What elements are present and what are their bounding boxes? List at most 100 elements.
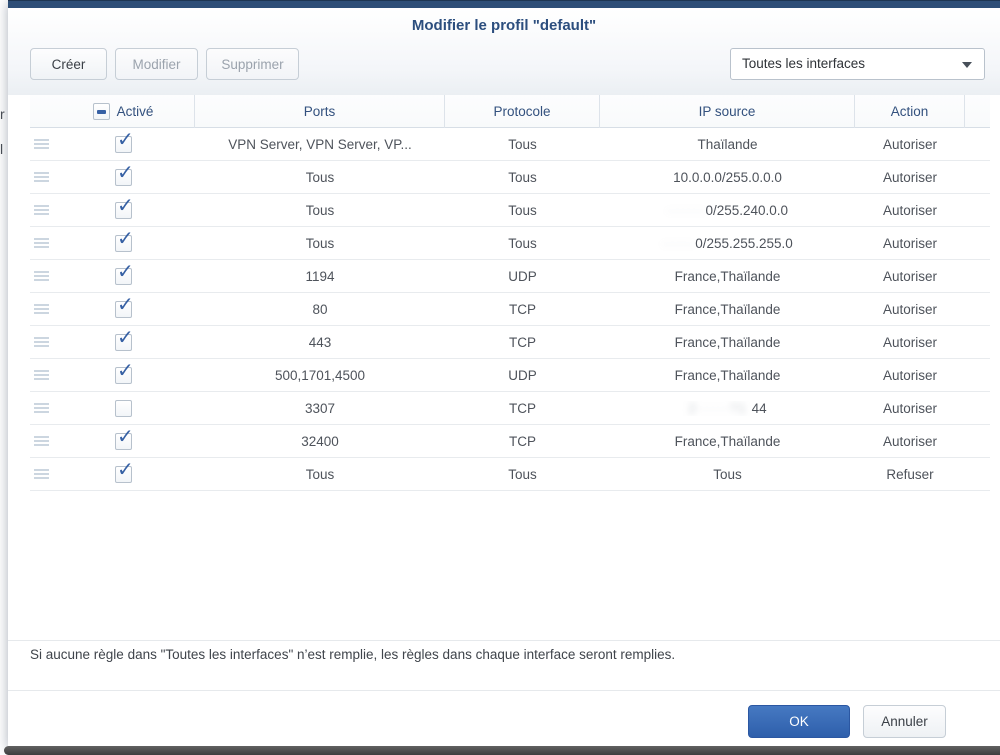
checkmark-icon: ✓: [117, 359, 134, 382]
rule-action: Autoriser: [882, 367, 938, 383]
checkmark-icon: ✓: [117, 260, 134, 283]
rule-row[interactable]: ✓ 443 TCP France,Thaïlande Autoriser: [30, 326, 990, 359]
drag-handle-icon[interactable]: [33, 238, 49, 248]
rules-toolbar: Créer Modifier Supprimer: [30, 48, 299, 80]
divider: [8, 690, 1000, 691]
rule-ports: Tous: [305, 235, 335, 251]
drag-column-header: [30, 95, 52, 128]
rule-row[interactable]: ✓ 32400 TCP France,Thaïlande Autoriser: [30, 425, 990, 458]
rule-ports: 32400: [301, 433, 339, 449]
dialog-header: Modifier le profil "default" Créer Modif…: [8, 8, 1000, 95]
drag-handle-icon[interactable]: [33, 139, 49, 149]
rule-enabled-checkbox[interactable]: ✓: [115, 130, 134, 153]
rule-enabled-checkbox[interactable]: [115, 399, 132, 417]
window-bottom-edge: [4, 746, 1000, 755]
rule-row[interactable]: ✓ 1194 UDP France,Thaïlande Autoriser: [30, 260, 990, 293]
column-header-enabled-label: Activé: [116, 104, 154, 119]
drag-handle-icon[interactable]: [33, 304, 49, 314]
checkmark-icon: ✓: [117, 293, 134, 316]
cancel-button[interactable]: Annuler: [863, 705, 946, 738]
checkmark-icon: ✓: [117, 161, 134, 184]
rule-protocol: Tous: [508, 136, 537, 152]
rule-enabled-checkbox[interactable]: ✓: [115, 262, 134, 285]
rule-ports: VPN Server, VPN Server, VP...: [228, 136, 412, 152]
rule-source-ip: 2······?1 44: [688, 400, 767, 416]
drag-handle-icon[interactable]: [33, 370, 49, 380]
rule-protocol: UDP: [508, 268, 537, 284]
rule-row[interactable]: ✓ Tous Tous 10.0.0.0/255.0.0.0 Autoriser: [30, 161, 990, 194]
scrollbar-gutter: [965, 95, 990, 128]
rule-ports: Tous: [305, 466, 335, 482]
rule-action: Autoriser: [882, 169, 938, 185]
interface-dropdown[interactable]: Toutes les interfaces: [730, 48, 985, 80]
rule-action: Autoriser: [882, 235, 938, 251]
rule-action: Autoriser: [882, 433, 938, 449]
rules-body: ✓ VPN Server, VPN Server, VP... Tous Tha…: [30, 128, 990, 491]
rule-protocol: Tous: [508, 466, 537, 482]
rule-row[interactable]: ✓ Tous Tous ·······0/255.240.0.0 Autoris…: [30, 194, 990, 227]
rule-protocol: Tous: [508, 202, 537, 218]
column-header-enabled: Activé: [52, 95, 195, 128]
rule-action: Autoriser: [882, 202, 938, 218]
delete-button[interactable]: Supprimer: [206, 48, 299, 80]
rule-row[interactable]: ✓ Tous Tous ······0/255.255.255.0 Autori…: [30, 227, 990, 260]
background-text-fragment: r: [0, 106, 5, 122]
rule-enabled-checkbox[interactable]: ✓: [115, 229, 134, 252]
checkmark-icon: ✓: [117, 194, 134, 217]
rule-protocol: TCP: [509, 433, 536, 449]
rule-protocol: Tous: [508, 235, 537, 251]
modify-button[interactable]: Modifier: [115, 48, 198, 80]
checkmark-icon: ✓: [117, 326, 134, 349]
rule-enabled-checkbox[interactable]: ✓: [115, 196, 134, 219]
rule-action: Autoriser: [882, 268, 938, 284]
rule-row[interactable]: ✓ VPN Server, VPN Server, VP... Tous Tha…: [30, 128, 990, 161]
checkmark-icon: ✓: [117, 227, 134, 250]
drag-handle-icon[interactable]: [33, 205, 49, 215]
rule-row[interactable]: 3307 TCP 2······?1 44 Autoriser: [30, 392, 990, 425]
rule-ports: 3307: [304, 400, 336, 416]
rule-ports: Tous: [305, 169, 335, 185]
rule-ports: 80: [312, 301, 328, 317]
drag-handle-icon[interactable]: [33, 271, 49, 281]
rule-row[interactable]: ✓ 80 TCP France,Thaïlande Autoriser: [30, 293, 990, 326]
column-header-ports: Ports: [195, 95, 445, 128]
drag-handle-icon[interactable]: [33, 337, 49, 347]
rule-source-ip: France,Thaïlande: [674, 301, 781, 317]
rule-row[interactable]: ✓ 500,1701,4500 UDP France,Thaïlande Aut…: [30, 359, 990, 392]
rule-source-ip: France,Thaïlande: [674, 367, 781, 383]
rule-source-ip: ······0/255.255.255.0: [662, 235, 793, 251]
rule-action: Refuser: [886, 466, 934, 482]
dialog-top-edge: [8, 0, 1000, 8]
rule-enabled-checkbox[interactable]: ✓: [115, 460, 134, 483]
redacted-ip-segment: ·······: [666, 202, 706, 218]
select-all-checkbox[interactable]: [92, 103, 110, 120]
checkmark-icon: ✓: [117, 458, 134, 481]
footer-note: Si aucune règle dans "Toutes les interfa…: [30, 647, 676, 662]
rule-enabled-checkbox[interactable]: ✓: [115, 361, 134, 384]
drag-handle-icon[interactable]: [33, 403, 49, 413]
rule-enabled-checkbox[interactable]: ✓: [115, 163, 134, 186]
rule-action: Autoriser: [882, 400, 938, 416]
rule-enabled-checkbox[interactable]: ✓: [115, 295, 134, 318]
rule-protocol: TCP: [509, 400, 536, 416]
rule-enabled-checkbox[interactable]: ✓: [115, 427, 134, 450]
drag-handle-icon[interactable]: [33, 172, 49, 182]
drag-handle-icon[interactable]: [33, 469, 49, 479]
rule-row[interactable]: ✓ Tous Tous Tous Refuser: [30, 458, 990, 491]
rule-source-ip: ·······0/255.240.0.0: [666, 202, 789, 218]
rule-enabled-checkbox[interactable]: ✓: [115, 328, 134, 351]
rule-ports: 500,1701,4500: [274, 367, 366, 383]
table-header-row: Activé Ports Protocole IP source Action: [30, 95, 990, 128]
column-header-protocol: Protocole: [445, 95, 600, 128]
rule-action: Autoriser: [882, 334, 938, 350]
rule-source-ip: France,Thaïlande: [674, 268, 781, 284]
interface-dropdown-value: Toutes les interfaces: [742, 56, 866, 71]
create-button[interactable]: Créer: [30, 48, 107, 80]
redacted-ip-segment: ······: [662, 235, 696, 251]
firewall-rules-table: Activé Ports Protocole IP source Action …: [30, 95, 990, 491]
drag-handle-icon[interactable]: [33, 436, 49, 446]
redacted-ip-segment: 2······?1: [688, 400, 752, 416]
rule-protocol: UDP: [508, 367, 537, 383]
rule-protocol: Tous: [508, 169, 537, 185]
ok-button[interactable]: OK: [748, 705, 850, 738]
